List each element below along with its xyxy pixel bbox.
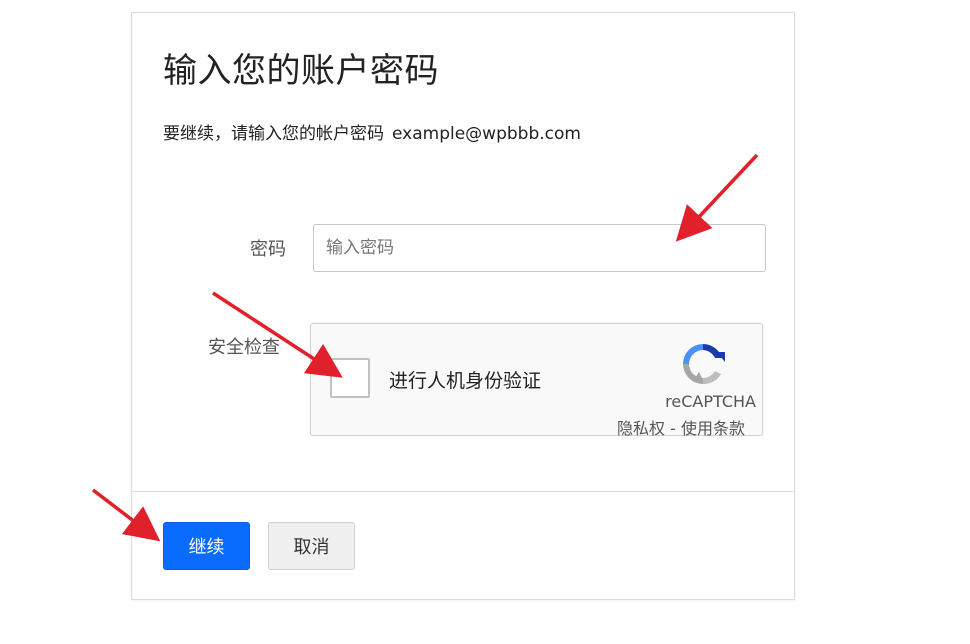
recaptcha-logo-icon	[683, 344, 725, 385]
privacy-link[interactable]: 隐私权	[617, 419, 665, 438]
cancel-button[interactable]: 取消	[268, 522, 355, 570]
dialog-subtitle: 要继续，请输入您的帐户密码 example@wpbbb.com	[163, 119, 581, 144]
recaptcha-brand: reCAPTCHA	[665, 392, 756, 411]
dialog-title: 输入您的账户密码	[163, 51, 439, 91]
recaptcha-checkbox[interactable]	[330, 358, 370, 398]
account-email: example@wpbbb.com	[392, 124, 581, 144]
password-label: 密码	[250, 239, 286, 260]
recaptcha-checkbox-label: 进行人机身份验证	[389, 370, 542, 392]
password-input[interactable]	[313, 224, 766, 272]
security-check-label: 安全检查	[208, 337, 280, 358]
recaptcha-widget: 进行人机身份验证 reCAPTCHA 隐私权 - 使用条款	[310, 323, 763, 439]
footer-divider	[132, 491, 794, 492]
links-separator: -	[665, 419, 681, 438]
continue-button[interactable]: 继续	[163, 522, 250, 570]
terms-link[interactable]: 使用条款	[681, 419, 745, 438]
subtitle-text: 要继续，请输入您的帐户密码	[163, 124, 384, 144]
recaptcha-links: 隐私权 - 使用条款	[617, 415, 745, 439]
password-dialog: 输入您的账户密码 要继续，请输入您的帐户密码 example@wpbbb.com …	[131, 12, 795, 600]
